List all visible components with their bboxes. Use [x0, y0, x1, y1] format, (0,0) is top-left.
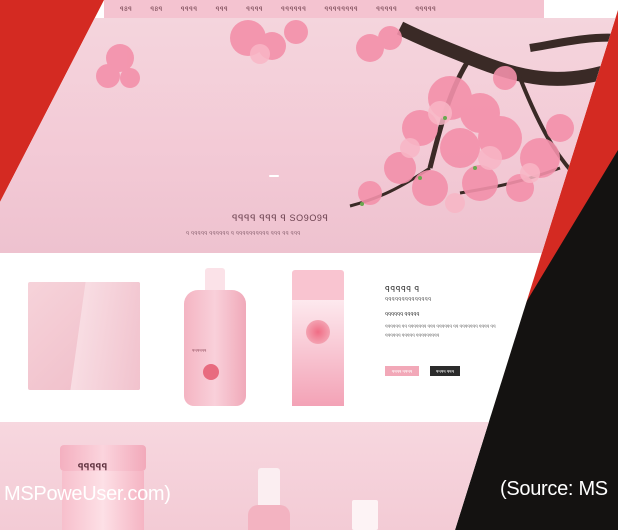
nav-item[interactable]: ꟼꟼꟼꟼ	[246, 6, 263, 13]
source-caption-left: MSPoweUser.com)	[4, 483, 171, 505]
bottle-label: ꟼꟼꟼꟼꟼꟼ	[192, 348, 207, 353]
toner-body	[292, 300, 344, 406]
packaging-image	[28, 282, 140, 390]
hero-subtitle: ꟼ ꟼꟼꟼꟼꟼ ꟼꟼꟼꟼꟼꟼ ꟼ ꟼꟼꟼꟼꟼꟼꟼꟼꟼꟼ ꟼꟼꟼ ꟼꟼ ꟼꟼꟼ	[186, 231, 301, 237]
product-title: ꟼꟼꟼꟼꟼ ꟼ	[385, 285, 420, 294]
carousel-indicator[interactable]	[269, 175, 279, 177]
top-navigation: ꟼ8ꟼ ꟼ8ꟼ ꟼꟼꟼꟼ ꟼꟼꟼ ꟼꟼꟼꟼ ꟼꟼꟼꟼꟼꟼ ꟼꟼꟼꟼꟼꟼꟼꟼ ꟼꟼ…	[104, 0, 544, 18]
screenshot-stage: ꟼꟼꟼꟼ ꟼꟼꟼ ꟼ SO9O9ꟼ ꟼ ꟼꟼꟼꟼꟼ ꟼꟼꟼꟼꟼꟼ ꟼ ꟼꟼꟼꟼꟼ…	[0, 0, 618, 530]
nav-item[interactable]: ꟼꟼꟼꟼꟼꟼ	[281, 6, 306, 13]
product-subtitle: ꟼꟼꟼꟼꟼꟼꟼꟼꟼꟼꟼꟼꟼꟼ	[385, 297, 432, 303]
toner-logo-icon	[306, 320, 330, 344]
tube-image	[352, 500, 378, 530]
nav-item[interactable]: ꟼꟼꟼꟼꟼ	[376, 6, 397, 13]
nav-item[interactable]: ꟼꟼꟼ	[216, 6, 229, 13]
jar-label: ꟼꟼꟼꟼꟼ	[78, 462, 108, 472]
lotion-bottle-image	[184, 268, 246, 406]
learn-more-button[interactable]: ꟼꟼꟼꟼ ꟼꟼꟼ	[430, 366, 460, 376]
bottle-neck	[205, 268, 225, 292]
nav-item[interactable]: ꟼꟼꟼꟼ	[181, 6, 198, 13]
nav-item[interactable]: ꟼ8ꟼ	[150, 6, 162, 13]
product-description: ꟼꟼꟼꟼꟼꟼ ꟼꟼ ꟼꟼꟼꟼꟼꟼꟼ ꟼꟼꟼ ꟼꟼꟼꟼꟼꟼ ꟼꟼ ꟼꟼꟼꟼꟼꟼꟼ …	[385, 324, 496, 338]
packaging-fold	[70, 282, 140, 390]
nav-item[interactable]: ꟼꟼꟼꟼꟼꟼꟼꟼ	[324, 6, 358, 13]
hero-banner: ꟼꟼꟼꟼ ꟼꟼꟼ ꟼ SO9O9ꟼ ꟼ ꟼꟼꟼꟼꟼ ꟼꟼꟼꟼꟼꟼ ꟼ ꟼꟼꟼꟼꟼ…	[0, 18, 618, 253]
pump-bottle-base	[248, 505, 290, 530]
source-caption-right: (Source: MS	[500, 478, 608, 500]
nav-item[interactable]: ꟼꟼꟼꟼꟼ	[415, 6, 436, 13]
shop-now-button[interactable]: ꟼꟼꟼꟼ ꟼꟼꟼꟼ	[385, 366, 419, 376]
bottle-logo-icon	[203, 364, 219, 380]
product-heading: ꟼꟼꟼꟼꟼꟼ ꟼꟼꟼꟼꟼ	[385, 312, 420, 318]
nav-item[interactable]: ꟼ8ꟼ	[120, 6, 132, 13]
hero-title: ꟼꟼꟼꟼ ꟼꟼꟼ ꟼ SO9O9ꟼ	[232, 213, 329, 223]
toner-cap	[292, 270, 344, 300]
